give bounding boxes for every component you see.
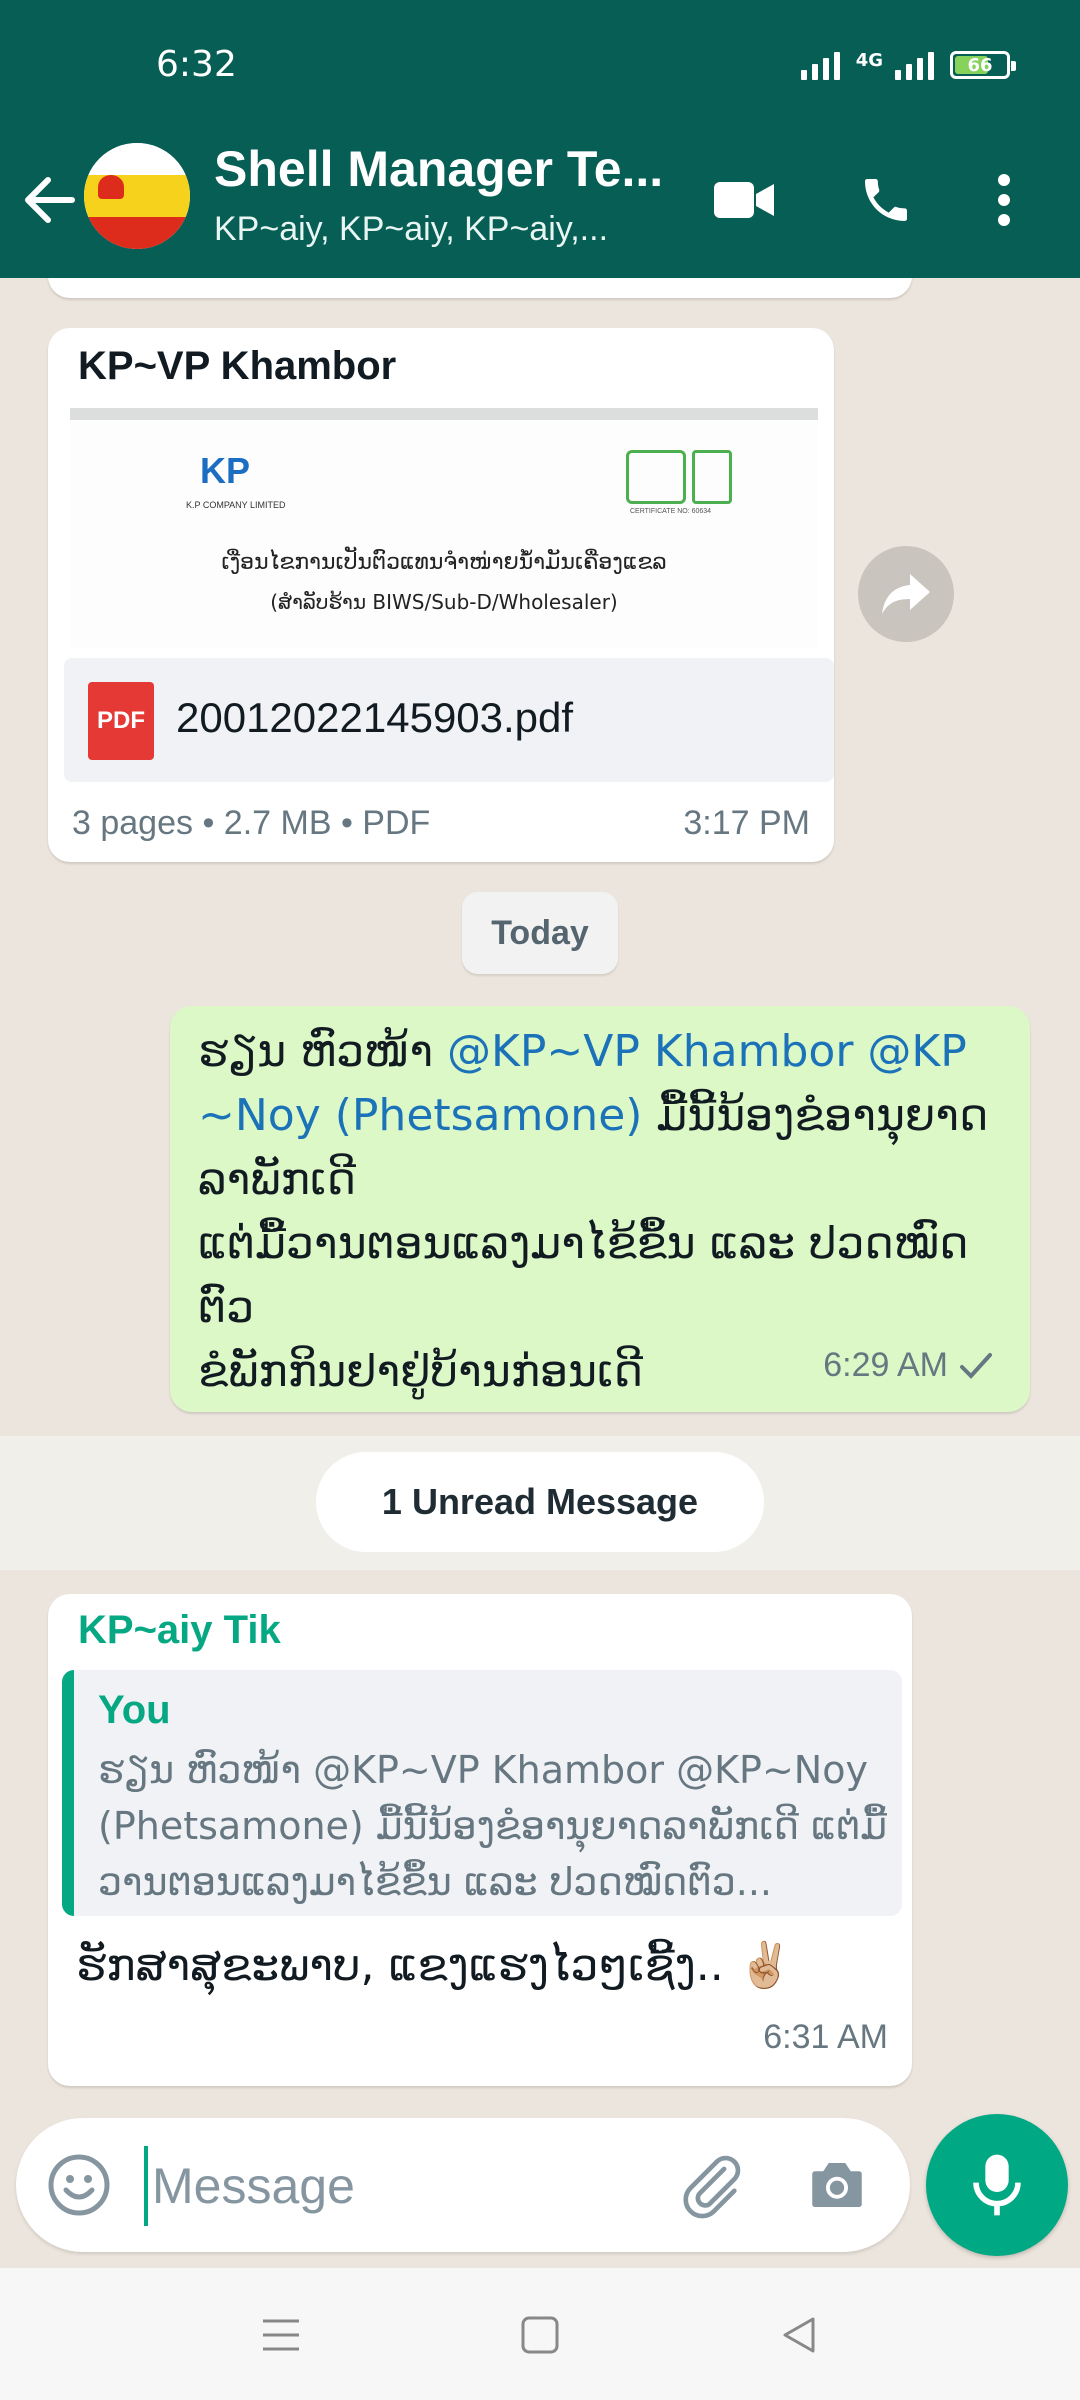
message-sender: KP~aiy Tik <box>78 1608 281 1652</box>
previous-message <box>48 278 912 298</box>
signal-icon <box>800 50 840 80</box>
message-sender: KP~VP Khambor <box>78 344 397 388</box>
status-indicators: 4G 66 <box>800 50 1016 80</box>
signal-icon-2 <box>895 50 934 80</box>
incoming-message[interactable]: KP~aiy Tik You ຮຽນ ຫົວໜ້າ @KP~VP Khambor… <box>48 1594 912 2086</box>
unread-message-indicator: 1 Unread Message <box>316 1452 764 1552</box>
quoted-author: You <box>98 1688 171 1732</box>
mention[interactable]: @KP~VP Khambor <box>447 1026 853 1077</box>
battery-icon: 66 <box>950 51 1016 79</box>
pdf-icon: PDF <box>88 682 154 760</box>
battery-level: 66 <box>967 54 993 76</box>
document-file[interactable]: PDF 20012022145903.pdf <box>64 658 834 782</box>
quoted-text: ຮຽນ ຫົວໜ້າ @KP~VP Khambor @KP~Noy (Phets… <box>98 1748 888 1904</box>
shell-logo-icon <box>98 175 124 199</box>
video-call-button[interactable] <box>704 160 784 240</box>
certificate-number: CERTIFICATE NO: 60634 <box>630 508 712 515</box>
document-message[interactable]: KP~VP Khambor KP K.P COMPANY LIMITED CER… <box>48 328 834 862</box>
quoted-message[interactable]: You ຮຽນ ຫົວໜ້າ @KP~VP Khambor @KP~Noy (P… <box>62 1670 902 1916</box>
document-preview[interactable]: KP K.P COMPANY LIMITED CERTIFICATE NO: 6… <box>70 408 818 648</box>
more-options-button[interactable] <box>974 160 1034 240</box>
file-name: 20012022145903.pdf <box>176 694 574 741</box>
home-icon <box>521 2316 559 2354</box>
message-time: 6:31 AM <box>763 2018 888 2056</box>
attach-icon <box>683 2155 741 2219</box>
more-vert-icon <box>998 174 1010 226</box>
message-input[interactable] <box>144 2146 664 2226</box>
home-button[interactable] <box>505 2300 575 2370</box>
network-type: 4G <box>855 50 883 71</box>
message-text: ຮັກສາສຸຂະພາບ, ແຂງແຮງໄວໆເຊີ້ງ.. ✌🏼 <box>76 1940 793 1991</box>
message-status: 6:29 AM <box>823 1346 994 1385</box>
document-heading: ເງື່ອນໄຂການເປັນຕົວແທນຈຳໜ່າຍນ້ຳມັນເຄື່ອງແ… <box>221 550 667 575</box>
message-time: 6:29 AM <box>823 1346 948 1384</box>
recents-button[interactable] <box>246 2300 316 2370</box>
menu-icon <box>263 2319 299 2351</box>
status-bar: 6:32 4G 66 <box>0 0 1080 130</box>
chat-title[interactable]: Shell Manager Te... <box>214 140 684 198</box>
outgoing-message[interactable]: ຮຽນ ຫົວໜ້າ @KP~VP Khambor @KP ~Noy (Phet… <box>170 1006 1030 1412</box>
mic-button[interactable] <box>926 2114 1068 2256</box>
forward-button[interactable] <box>858 546 954 642</box>
chat-header: Shell Manager Te... KP~aiy, KP~aiy, KP~a… <box>0 130 1080 278</box>
chat-participants[interactable]: KP~aiy, KP~aiy, KP~aiy,... <box>214 210 664 249</box>
message-composer <box>16 2118 910 2252</box>
voice-call-button[interactable] <box>846 160 926 240</box>
mic-icon <box>973 2154 1021 2216</box>
video-call-icon <box>714 182 774 218</box>
document-subheading: (ສຳລັບຮ້ານ BIWS/Sub-D/Wholesaler) <box>270 590 618 614</box>
arrow-back-icon <box>25 177 75 223</box>
camera-button[interactable] <box>804 2152 870 2218</box>
certificate-check-icon <box>692 450 732 504</box>
status-time: 6:32 <box>156 44 237 85</box>
message-text-part: ຮຽນ ຫົວໜ້າ <box>198 1026 448 1077</box>
attach-button[interactable] <box>676 2150 746 2220</box>
file-meta: 3 pages • 2.7 MB • PDF <box>72 804 431 842</box>
date-separator: Today <box>462 892 618 974</box>
single-check-icon <box>960 1352 992 1379</box>
nav-back-button[interactable] <box>764 2300 834 2370</box>
back-button[interactable] <box>20 160 80 240</box>
message-text-part <box>853 1026 867 1077</box>
kp-logo: KP <box>200 450 251 491</box>
emoji-button[interactable] <box>46 2152 112 2218</box>
emoji-icon <box>48 2154 110 2216</box>
system-nav-bar <box>0 2268 1080 2400</box>
message-time: 3:17 PM <box>683 804 810 842</box>
forward-icon <box>882 574 930 614</box>
back-triangle-icon <box>783 2317 815 2353</box>
camera-icon <box>812 2163 862 2207</box>
voice-call-icon <box>865 179 907 221</box>
group-avatar[interactable] <box>84 143 190 249</box>
certificate-logo <box>626 450 686 504</box>
company-name: K.P COMPANY LIMITED <box>186 500 286 510</box>
